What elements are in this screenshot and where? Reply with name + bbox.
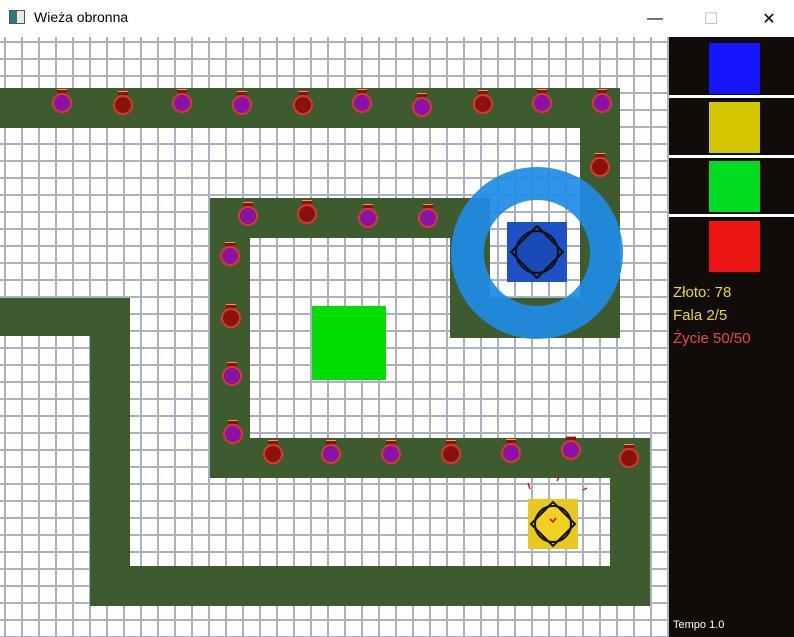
- title-bar: Wieża obronna — ☐ ✕: [0, 0, 794, 37]
- blue-tower-turret-icon: [509, 224, 565, 280]
- enemy: [113, 91, 133, 115]
- panel-divider: [669, 95, 794, 98]
- blue-tower-shop-button[interactable]: [709, 43, 760, 94]
- enemy: [561, 436, 581, 460]
- app-icon: [9, 10, 25, 24]
- enemy: [172, 89, 192, 113]
- enemy: [223, 420, 243, 444]
- wave-counter: Fala 2/5: [673, 307, 728, 324]
- path-segment: [90, 298, 130, 606]
- enemy: [293, 91, 313, 115]
- enemy: [381, 440, 401, 464]
- blue-tower[interactable]: [507, 222, 567, 282]
- enemy: [441, 440, 461, 464]
- enemy: [52, 89, 72, 113]
- yellow-tower-shop-button[interactable]: [709, 102, 760, 153]
- enemy: [221, 304, 241, 328]
- close-button[interactable]: ✕: [746, 0, 792, 37]
- red-tower-shop-button[interactable]: [709, 221, 760, 272]
- enemy: [321, 440, 341, 464]
- green-tower-shop-button[interactable]: [709, 161, 760, 212]
- path-segment: [90, 566, 650, 606]
- window-title: Wieża obronna: [34, 9, 129, 25]
- enemy: [220, 242, 240, 266]
- enemy: [592, 89, 612, 113]
- yellow-tower[interactable]: [528, 499, 578, 549]
- enemy: [238, 202, 258, 226]
- enemy: [418, 204, 438, 228]
- panel-divider: [669, 214, 794, 217]
- lives-counter: Życie 50/50: [673, 330, 751, 347]
- enemy: [501, 439, 521, 463]
- tempo-indicator: Tempo 1.0: [673, 619, 725, 631]
- minimize-button[interactable]: —: [632, 0, 678, 37]
- enemy: [222, 362, 242, 386]
- gold-counter: Złoto: 78: [673, 284, 732, 301]
- green-tower[interactable]: [312, 306, 386, 380]
- side-panel: Złoto: 78 Fala 2/5 Życie 50/50 Tempo 1.0: [669, 37, 794, 637]
- maximize-button[interactable]: ☐: [688, 0, 734, 37]
- enemy: [297, 200, 317, 224]
- yellow-tower-turret-icon: [529, 500, 577, 548]
- enemy: [532, 89, 552, 113]
- enemy: [232, 91, 252, 115]
- panel-divider: [669, 155, 794, 158]
- enemy: [352, 89, 372, 113]
- enemy: [619, 444, 639, 468]
- game-board[interactable]: [0, 37, 669, 637]
- enemy: [590, 153, 610, 177]
- enemy: [263, 440, 283, 464]
- enemy: [473, 90, 493, 114]
- path-segment: [0, 298, 130, 336]
- yellow-tower-projectile-icon: [527, 476, 588, 491]
- enemy: [358, 204, 378, 228]
- enemy: [412, 93, 432, 117]
